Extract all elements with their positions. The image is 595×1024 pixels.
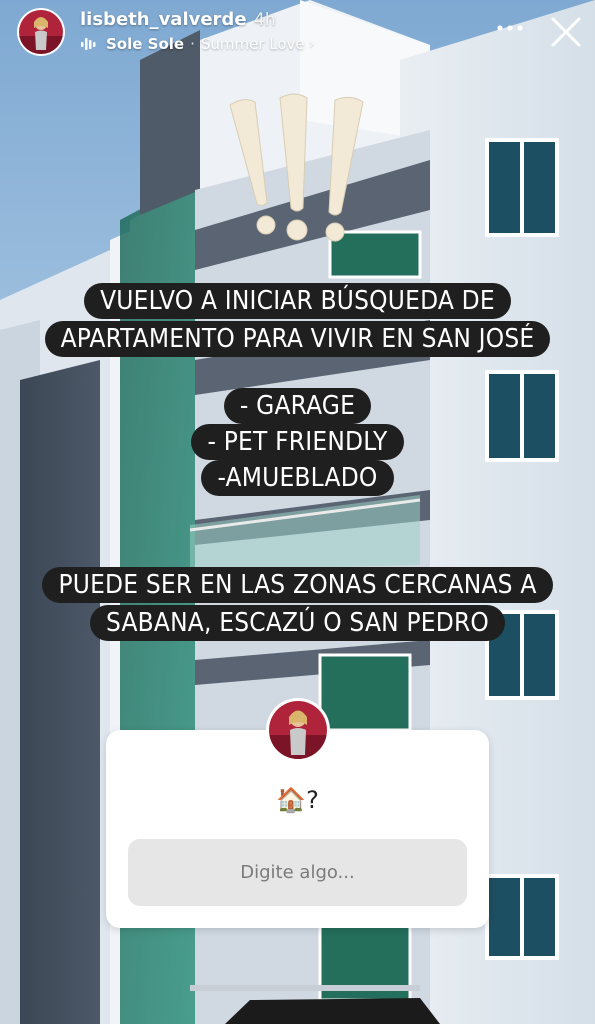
question-title: 🏠?: [276, 786, 319, 814]
chevron-right-icon: ›: [308, 36, 315, 52]
text-line: VUELVO A INICIAR BÚSQUEDA DE: [84, 283, 511, 319]
more-dots-icon[interactable]: [496, 18, 524, 38]
text-block-requirements: - GARAGE - PET FRIENDLY -AMUEBLADO: [0, 388, 595, 496]
music-song: Summer Love: [200, 35, 305, 53]
post-time: 4h: [254, 10, 276, 30]
text-line: - PET FRIENDLY: [191, 424, 404, 460]
text-block-zones: PUEDE SER EN LAS ZONAS CERCANAS A SABANA…: [0, 567, 595, 641]
text-line: SABANA, ESCAZÚ O SAN PEDRO: [89, 605, 506, 641]
exclamation-marks-sticker: [229, 93, 364, 242]
story-header: lisbeth_valverde 4h Sole Sole · Summer L…: [0, 0, 595, 64]
question-answer-input[interactable]: Digite algo...: [128, 839, 467, 906]
question-sticker-avatar: [266, 698, 330, 762]
text-line: APARTAMENTO PARA VIVIR EN SAN JOSÉ: [44, 321, 551, 357]
profile-avatar[interactable]: [17, 8, 65, 56]
music-separator: ·: [190, 35, 195, 53]
text-line: PUEDE SER EN LAS ZONAS CERCANAS A: [42, 567, 553, 603]
music-bars-icon: [81, 38, 96, 50]
music-attribution[interactable]: Sole Sole · Summer Love ›: [80, 35, 314, 53]
music-artist: Sole Sole: [106, 35, 185, 53]
text-line: - GARAGE: [223, 388, 372, 424]
profile-photo: [19, 10, 63, 54]
text-line: -AMUEBLADO: [201, 460, 394, 496]
profile-photo: [269, 701, 327, 759]
close-icon[interactable]: [549, 15, 583, 49]
username[interactable]: lisbeth_valverde: [80, 9, 247, 30]
text-block-search: VUELVO A INICIAR BÚSQUEDA DE APARTAMENTO…: [0, 283, 595, 357]
